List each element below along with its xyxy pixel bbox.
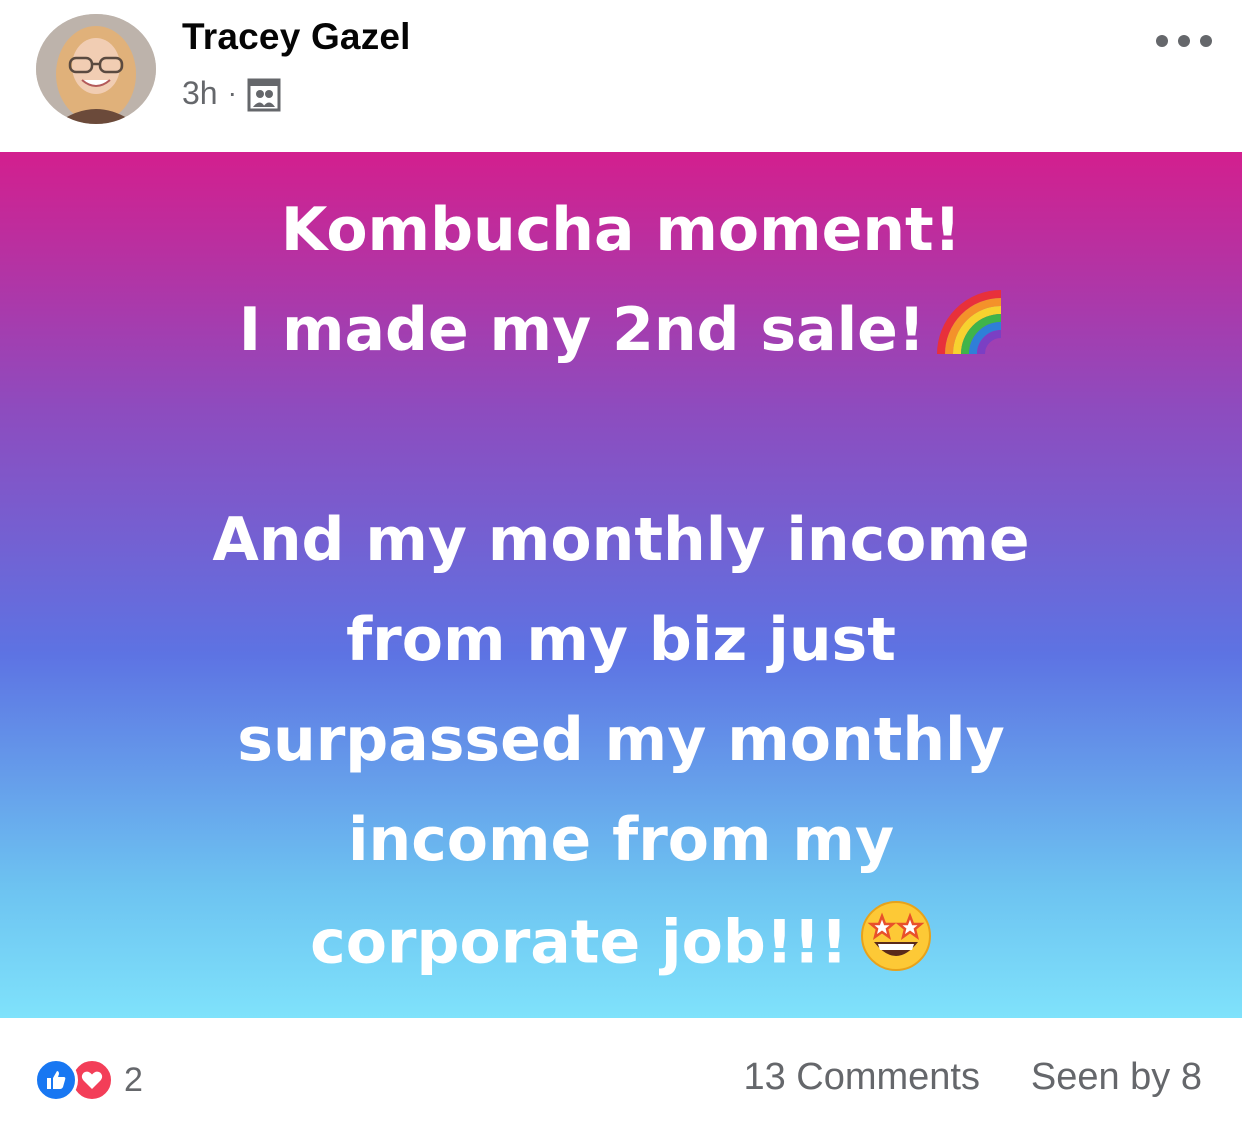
post-line-7: corporate job!!! (0, 900, 1242, 992)
post-line-4: from my biz just (346, 605, 896, 675)
post-line-1: Kombucha moment! (280, 195, 962, 265)
post-footer: 2 13 Comments Seen by 8 (0, 1018, 1242, 1133)
seen-by-link[interactable]: Seen by 8 (1031, 1056, 1202, 1099)
post-body: Kombucha moment! I made my 2nd sale! And… (0, 152, 1242, 1018)
post-card: Tracey Gazel 3h · Kombucha moment! I mad… (0, 0, 1242, 1133)
star-struck-emoji (860, 900, 932, 992)
post-line-2-text: I made my 2nd sale! (238, 295, 926, 365)
post-line-3: And my monthly income (212, 505, 1030, 575)
rainbow-emoji (937, 290, 1003, 376)
post-line-2: I made my 2nd sale! (0, 290, 1242, 376)
post-line-7-text: corporate job!!! (310, 907, 848, 978)
author-name[interactable]: Tracey Gazel (182, 16, 411, 58)
avatar[interactable] (36, 14, 156, 124)
like-icon (34, 1058, 78, 1102)
meta-separator: · (227, 77, 237, 108)
group-icon (247, 78, 281, 112)
post-line-5: surpassed my monthly (237, 705, 1005, 775)
reactions-summary[interactable]: 2 (34, 1058, 143, 1102)
post-meta: 3h · (182, 72, 281, 114)
comments-link[interactable]: 13 Comments (743, 1056, 980, 1099)
post-time[interactable]: 3h (182, 75, 218, 112)
post-header: Tracey Gazel 3h · (0, 0, 1242, 152)
post-line-6: income from my (347, 805, 895, 875)
reaction-count: 2 (124, 1060, 143, 1099)
more-options-icon[interactable] (1156, 28, 1212, 54)
